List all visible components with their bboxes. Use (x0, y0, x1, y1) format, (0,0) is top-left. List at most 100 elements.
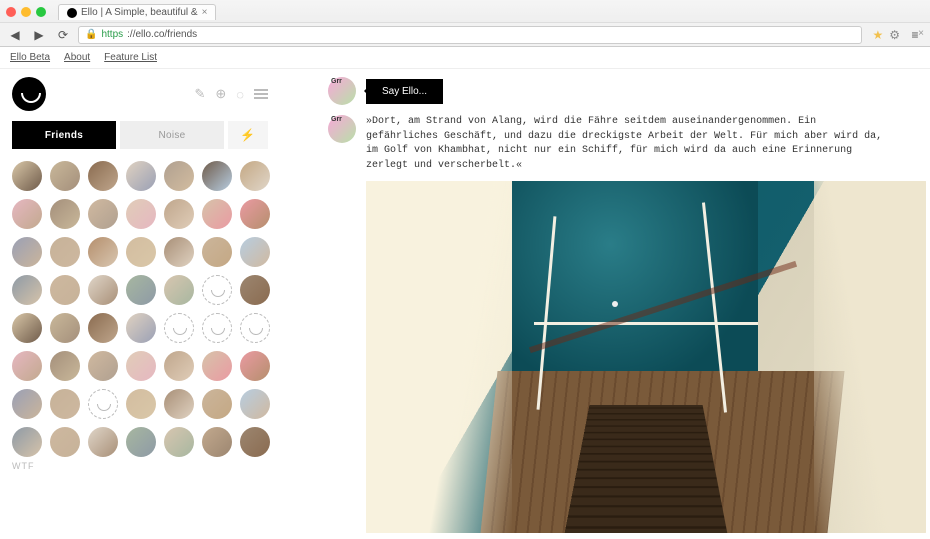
window-controls (6, 7, 46, 17)
friend-avatar[interactable] (240, 237, 270, 267)
browser-tab[interactable]: Ello | A Simple, beautiful & × (58, 4, 216, 20)
friend-avatar[interactable] (12, 237, 42, 267)
image-rail (534, 322, 758, 325)
bookmark-link[interactable]: About (64, 52, 90, 63)
friend-avatar[interactable] (202, 351, 232, 381)
friend-avatar[interactable] (126, 237, 156, 267)
friend-avatar[interactable] (202, 313, 232, 343)
page-close-icon[interactable]: × (918, 28, 924, 39)
wtf-link[interactable]: WTF (12, 461, 268, 471)
friend-avatar[interactable] (50, 199, 80, 229)
tab-bolt[interactable]: ⚡ (228, 121, 268, 149)
image-beam-left (366, 181, 512, 533)
friend-avatar[interactable] (88, 351, 118, 381)
ello-logo-icon[interactable] (12, 77, 46, 111)
friend-avatar[interactable] (240, 161, 270, 191)
post-text: »Dort, am Strand von Alang, wird die Fäh… (366, 115, 886, 173)
friend-avatar[interactable] (126, 275, 156, 305)
post-image[interactable] (366, 181, 926, 533)
post: »Dort, am Strand von Alang, wird die Fäh… (328, 115, 914, 173)
friends-grid (12, 161, 268, 457)
friend-avatar[interactable] (50, 275, 80, 305)
friend-avatar[interactable] (164, 275, 194, 305)
friend-avatar[interactable] (12, 427, 42, 457)
tab-noise[interactable]: Noise (120, 121, 224, 149)
composer-prompt[interactable]: Say Ello... (366, 79, 443, 104)
friend-avatar[interactable] (164, 161, 194, 191)
composer-avatar[interactable] (328, 77, 356, 105)
friend-avatar[interactable] (164, 199, 194, 229)
url-path: ://ello.co/friends (127, 29, 197, 40)
logo-row: ✎ ⊕ ◌ (12, 77, 268, 111)
bookmark-link[interactable]: Ello Beta (10, 52, 50, 63)
friend-avatar[interactable] (50, 351, 80, 381)
friend-avatar[interactable] (88, 427, 118, 457)
url-scheme: https (101, 29, 123, 40)
friend-avatar[interactable] (88, 389, 118, 419)
friend-avatar[interactable] (164, 427, 194, 457)
tab-friends[interactable]: Friends (12, 121, 116, 149)
friend-avatar[interactable] (50, 161, 80, 191)
friend-avatar[interactable] (164, 351, 194, 381)
friend-avatar[interactable] (12, 275, 42, 305)
add-icon[interactable]: ⊕ (215, 86, 226, 102)
forward-button[interactable]: ▶ (30, 26, 48, 44)
friend-avatar[interactable] (202, 275, 232, 305)
address-bar: ◀ ▶ ⟳ 🔒 https ://ello.co/friends ★ ⚙ ≡ (0, 22, 930, 46)
friend-avatar[interactable] (126, 351, 156, 381)
friend-avatar[interactable] (126, 389, 156, 419)
friend-avatar[interactable] (164, 237, 194, 267)
bookmark-bar: Ello Beta About Feature List (0, 47, 930, 69)
friend-avatar[interactable] (88, 199, 118, 229)
tab-title: Ello | A Simple, beautiful & (81, 7, 198, 18)
friend-avatar[interactable] (50, 389, 80, 419)
friend-avatar[interactable] (126, 427, 156, 457)
post-avatar[interactable] (328, 115, 356, 143)
compose-icon[interactable]: ✎ (194, 86, 205, 102)
hamburger-icon[interactable] (254, 89, 268, 99)
friend-avatar[interactable] (12, 351, 42, 381)
friend-avatar[interactable] (12, 313, 42, 343)
settings-gear-icon[interactable]: ⚙ (889, 28, 900, 42)
url-input[interactable]: 🔒 https ://ello.co/friends (78, 26, 862, 44)
friend-avatar[interactable] (202, 199, 232, 229)
reload-button[interactable]: ⟳ (54, 26, 72, 44)
friend-avatar[interactable] (240, 351, 270, 381)
discover-icon[interactable]: ◌ (236, 87, 244, 102)
tab-close-icon[interactable]: × (202, 7, 208, 18)
friend-avatar[interactable] (240, 389, 270, 419)
friend-avatar[interactable] (12, 161, 42, 191)
friend-avatar[interactable] (50, 237, 80, 267)
friend-avatar[interactable] (202, 389, 232, 419)
friend-avatar[interactable] (88, 275, 118, 305)
friend-avatar[interactable] (126, 161, 156, 191)
friend-avatar[interactable] (12, 199, 42, 229)
zoom-window-icon[interactable] (36, 7, 46, 17)
friend-avatar[interactable] (164, 389, 194, 419)
friend-avatar[interactable] (126, 313, 156, 343)
friend-avatar[interactable] (240, 427, 270, 457)
friend-avatar[interactable] (240, 275, 270, 305)
friend-avatar[interactable] (240, 313, 270, 343)
lock-icon: 🔒 (85, 29, 97, 40)
friend-avatar[interactable] (164, 313, 194, 343)
friend-avatar[interactable] (126, 199, 156, 229)
friend-avatar[interactable] (88, 313, 118, 343)
friend-avatar[interactable] (12, 389, 42, 419)
bookmark-star-icon[interactable]: ★ (872, 28, 883, 42)
back-button[interactable]: ◀ (6, 26, 24, 44)
minimize-window-icon[interactable] (21, 7, 31, 17)
bookmark-link[interactable]: Feature List (104, 52, 157, 63)
composer: Say Ello... (328, 77, 914, 105)
favicon-icon (67, 8, 77, 18)
friend-avatar[interactable] (202, 237, 232, 267)
friend-avatar[interactable] (202, 427, 232, 457)
header-icons: ✎ ⊕ ◌ (194, 86, 268, 102)
friend-avatar[interactable] (50, 427, 80, 457)
close-window-icon[interactable] (6, 7, 16, 17)
friend-avatar[interactable] (88, 161, 118, 191)
friend-avatar[interactable] (202, 161, 232, 191)
friend-avatar[interactable] (88, 237, 118, 267)
friend-avatar[interactable] (50, 313, 80, 343)
friend-avatar[interactable] (240, 199, 270, 229)
